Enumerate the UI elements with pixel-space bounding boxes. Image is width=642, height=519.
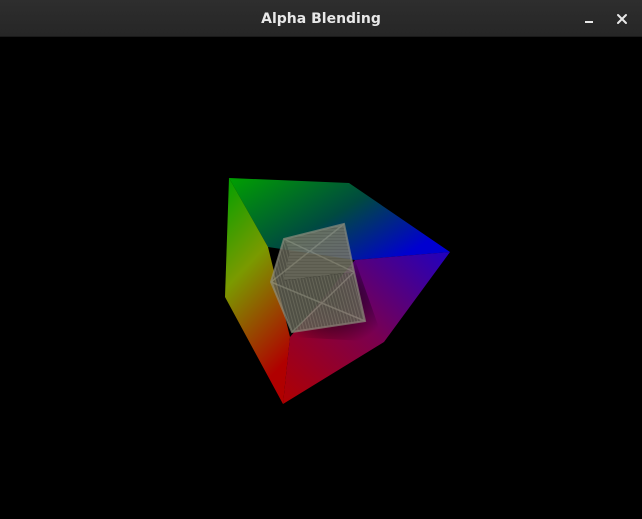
- minimize-button[interactable]: [576, 6, 602, 32]
- render-viewport[interactable]: [0, 37, 642, 519]
- scene: [225, 178, 450, 404]
- minimize-icon: [585, 21, 593, 23]
- close-icon: [617, 14, 627, 24]
- close-button[interactable]: [609, 6, 635, 32]
- app-window: Alpha Blending: [0, 0, 642, 519]
- title-bar[interactable]: Alpha Blending: [0, 0, 642, 37]
- window-title: Alpha Blending: [261, 11, 381, 27]
